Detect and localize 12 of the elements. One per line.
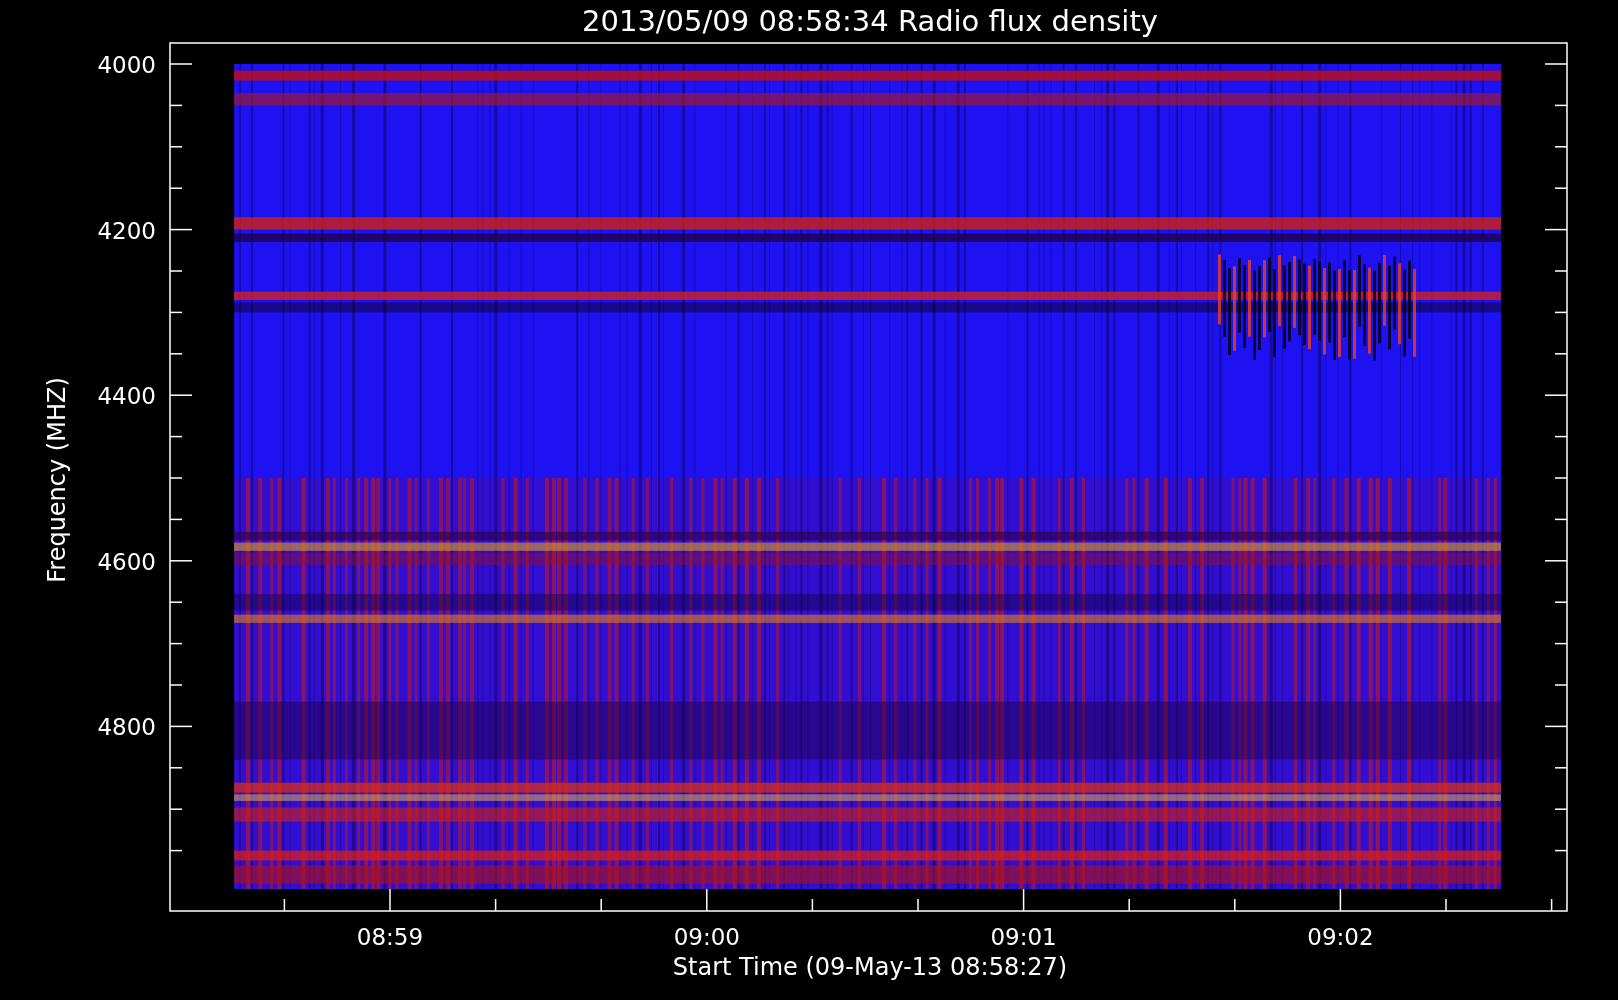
plot-title: 2013/05/09 08:58:34 Radio flux density: [582, 4, 1158, 38]
axis-label: Start Time (09-May-13 08:58:27): [672, 953, 1068, 981]
tick-label: 4200: [97, 217, 156, 244]
tick-label: 09:02: [1307, 924, 1374, 950]
tick-label: 4800: [97, 714, 156, 741]
tick-label: 09:01: [990, 924, 1057, 950]
tick-label: 08:59: [356, 924, 424, 950]
tick-label: 4400: [97, 383, 156, 410]
axis-label: Frequency (MHZ): [43, 377, 71, 583]
tick-label: 4600: [97, 548, 156, 575]
tick-label: 09:00: [673, 924, 740, 950]
tick-label: 4000: [97, 52, 156, 78]
